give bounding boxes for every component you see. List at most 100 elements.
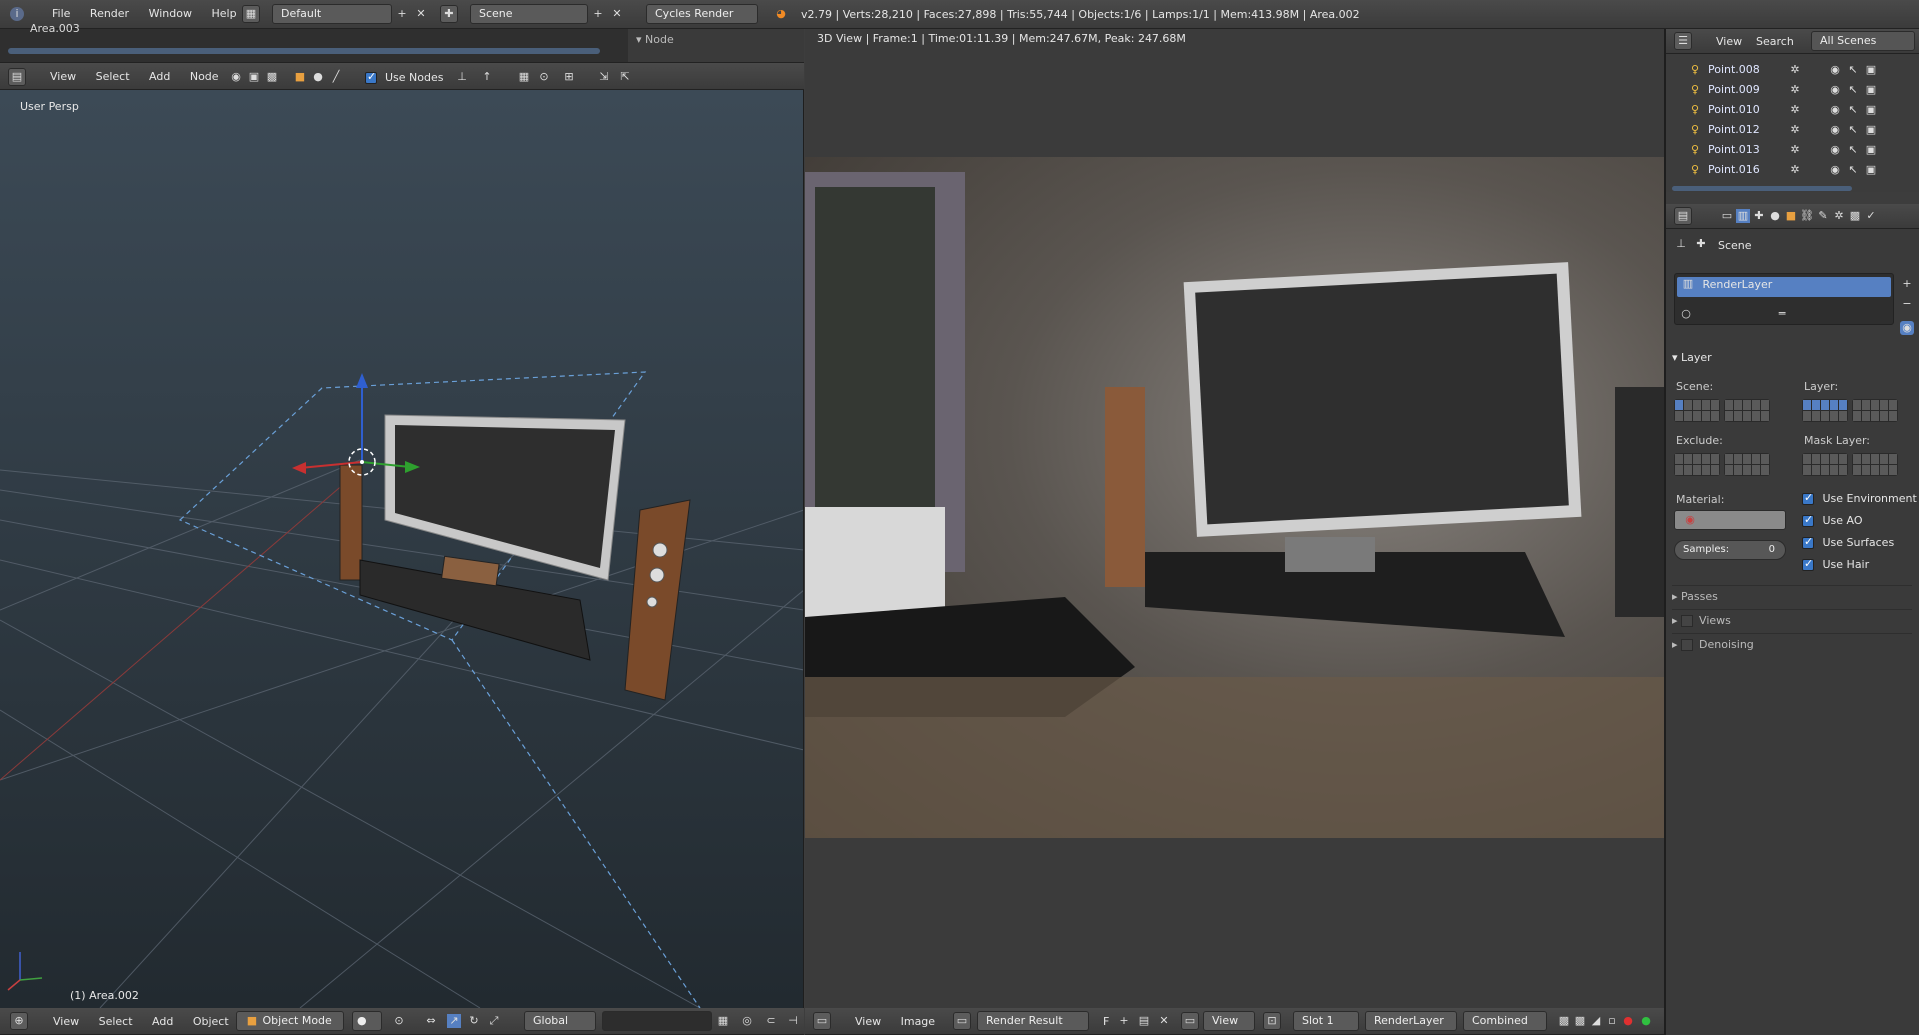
slot-select[interactable]: Slot 1	[1293, 1011, 1359, 1031]
translate-icon[interactable]: ↗	[447, 1014, 461, 1028]
node-scrollbar[interactable]	[8, 48, 600, 54]
add-render-layer-icon[interactable]: +	[1900, 277, 1914, 291]
views-checkbox[interactable]	[1681, 615, 1694, 627]
new-image-icon[interactable]: +	[1117, 1014, 1131, 1028]
mask-layer-block-2[interactable]	[1852, 453, 1898, 476]
use-hair-checkbox[interactable]	[1802, 557, 1814, 571]
denoising-checkbox[interactable]	[1681, 639, 1694, 651]
render-layer-row[interactable]: ▥ RenderLayer	[1677, 277, 1891, 297]
copy-nodes-icon[interactable]: ⇲	[597, 70, 611, 84]
selectability-icon[interactable]: ↖	[1846, 83, 1860, 97]
list-item[interactable]: ♀ Point.009 ✲ ◉ ↖ ▣	[1666, 80, 1919, 100]
outliner-menu-view[interactable]: View	[1716, 35, 1742, 48]
render-layer-options-icon[interactable]: ◉	[1900, 321, 1914, 335]
shader-nodes-icon[interactable]: ◉	[229, 70, 243, 84]
viewport-menu-select[interactable]: Select	[91, 1008, 141, 1035]
view-mode-select[interactable]: View	[1203, 1011, 1255, 1031]
menu-window[interactable]: Window	[141, 0, 200, 28]
visibility-icon[interactable]: ◉	[1828, 123, 1842, 137]
list-item[interactable]: ♀ Point.008 ✲ ◉ ↖ ▣	[1666, 60, 1919, 80]
shading-select[interactable]: ●	[352, 1011, 382, 1031]
add-layout-icon[interactable]: +	[395, 7, 409, 21]
view-mode-icon[interactable]: ▭	[1181, 1012, 1199, 1030]
properties-editor-type-icon[interactable]: ▤	[1674, 207, 1692, 225]
image-editor-type-icon[interactable]: ▭	[813, 1012, 831, 1030]
draw-alpha-icon[interactable]: ◢	[1589, 1014, 1603, 1028]
screen-layout-field[interactable]: Default	[272, 4, 392, 24]
modifiers-tab-icon[interactable]: ✎	[1816, 209, 1830, 223]
scene-tab-icon[interactable]: ✚	[1752, 209, 1766, 223]
constraints-tab-icon[interactable]: ⛓	[1800, 209, 1814, 223]
visibility-icon[interactable]: ◉	[1828, 163, 1842, 177]
selectability-icon[interactable]: ↖	[1846, 63, 1860, 77]
pivot-icon[interactable]: ⊙	[392, 1014, 406, 1028]
pin-properties-icon[interactable]: ⊥	[1674, 237, 1688, 251]
mask-layers[interactable]	[1802, 453, 1898, 476]
outliner-scrollbar[interactable]	[1672, 186, 1852, 191]
snap-toggle-icon[interactable]: ⊂	[764, 1014, 778, 1028]
backdrop-icon[interactable]: ▦	[517, 70, 531, 84]
renderability-icon[interactable]: ▣	[1864, 123, 1878, 137]
visibility-icon[interactable]: ◉	[1828, 83, 1842, 97]
image-browse-icon[interactable]: ▭	[953, 1012, 971, 1030]
outliner-menu-search[interactable]: Search	[1756, 35, 1794, 48]
node-menu-view[interactable]: View	[42, 63, 84, 91]
list-item[interactable]: ♀ Point.016 ✲ ◉ ↖ ▣	[1666, 160, 1919, 180]
texture-tab-icon[interactable]: ▩	[1848, 209, 1862, 223]
denoising-section-header[interactable]: ▸ Denoising	[1672, 633, 1912, 655]
scale-icon[interactable]: ⤢	[487, 1014, 501, 1028]
layer-buttons[interactable]	[602, 1011, 712, 1031]
viewport-menu-add[interactable]: Add	[144, 1008, 181, 1035]
world-tab-icon[interactable]: ●	[1768, 209, 1782, 223]
mode-select[interactable]: ■ Object Mode	[236, 1011, 344, 1031]
info-icon[interactable]: i	[10, 7, 24, 21]
fake-user-flag[interactable]: F	[1103, 1015, 1109, 1028]
use-surfaces-option[interactable]: Use Surfaces	[1802, 535, 1894, 549]
layer-layer-block-1[interactable]	[1802, 399, 1848, 422]
scene-icon[interactable]: ✚	[440, 5, 458, 23]
scene-field[interactable]: Scene	[470, 4, 588, 24]
screen-layout-icon[interactable]: ▦	[242, 5, 260, 23]
node-menu-node[interactable]: Node	[182, 63, 227, 91]
particles-tab-icon[interactable]: ✓	[1864, 209, 1878, 223]
node-panel-title[interactable]: ▾ Node	[636, 33, 674, 46]
exclude-layer-block-2[interactable]	[1724, 453, 1770, 476]
layer-section-header[interactable]: ▾ Layer	[1672, 351, 1912, 364]
exclude-layer-block-1[interactable]	[1674, 453, 1720, 476]
use-environment-option[interactable]: Use Environment	[1802, 491, 1917, 505]
filter-list-icon[interactable]: ○	[1679, 307, 1693, 321]
lock-layers-icon[interactable]: ▦	[716, 1014, 730, 1028]
open-image-icon[interactable]: ▤	[1137, 1014, 1151, 1028]
record-icon[interactable]: ●	[1621, 1014, 1635, 1028]
selectability-icon[interactable]: ↖	[1846, 103, 1860, 117]
renderability-icon[interactable]: ▣	[1864, 163, 1878, 177]
snap-target-icon[interactable]: ⊣	[786, 1014, 800, 1028]
paste-nodes-icon[interactable]: ⇱	[618, 70, 632, 84]
add-scene-icon[interactable]: +	[591, 7, 605, 21]
data-tab-icon[interactable]: ✲	[1832, 209, 1846, 223]
viewport-menu-object[interactable]: Object	[185, 1008, 237, 1035]
manipulator-icon[interactable]: ⇔	[424, 1014, 438, 1028]
views-section-header[interactable]: ▸ Views	[1672, 609, 1912, 631]
outliner-filter-select[interactable]: All Scenes	[1811, 31, 1915, 51]
pin-icon[interactable]: ⊥	[455, 70, 469, 84]
selectability-icon[interactable]: ↖	[1846, 163, 1860, 177]
remove-scene-icon[interactable]: ✕	[610, 7, 624, 21]
visibility-icon[interactable]: ◉	[1828, 143, 1842, 157]
list-resize-handle[interactable]: ═	[1775, 307, 1789, 321]
area-divider[interactable]	[1664, 29, 1666, 1035]
render-tab-icon[interactable]: ▭	[1720, 209, 1734, 223]
viewport-menu-view[interactable]: View	[45, 1008, 87, 1035]
renderability-icon[interactable]: ▣	[1864, 143, 1878, 157]
mask-layer-block-1[interactable]	[1802, 453, 1848, 476]
render-layers-tab-icon[interactable]: ▥	[1736, 209, 1750, 223]
scope-icon[interactable]: ●	[1639, 1014, 1653, 1028]
passes-section-header[interactable]: ▸ Passes	[1672, 585, 1912, 607]
texture-nodes-icon[interactable]: ▩	[265, 70, 279, 84]
use-ao-option[interactable]: Use AO	[1802, 513, 1863, 527]
snap-node-icon[interactable]: ⊞	[562, 70, 576, 84]
rotate-icon[interactable]: ↻	[467, 1014, 481, 1028]
image-editor[interactable]: 3D View | Frame:1 | Time:01:11.39 | Mem:…	[805, 29, 1665, 1008]
list-item[interactable]: ♀ Point.012 ✲ ◉ ↖ ▣	[1666, 120, 1919, 140]
viewport-editor-type-icon[interactable]: ⊕	[10, 1012, 28, 1030]
